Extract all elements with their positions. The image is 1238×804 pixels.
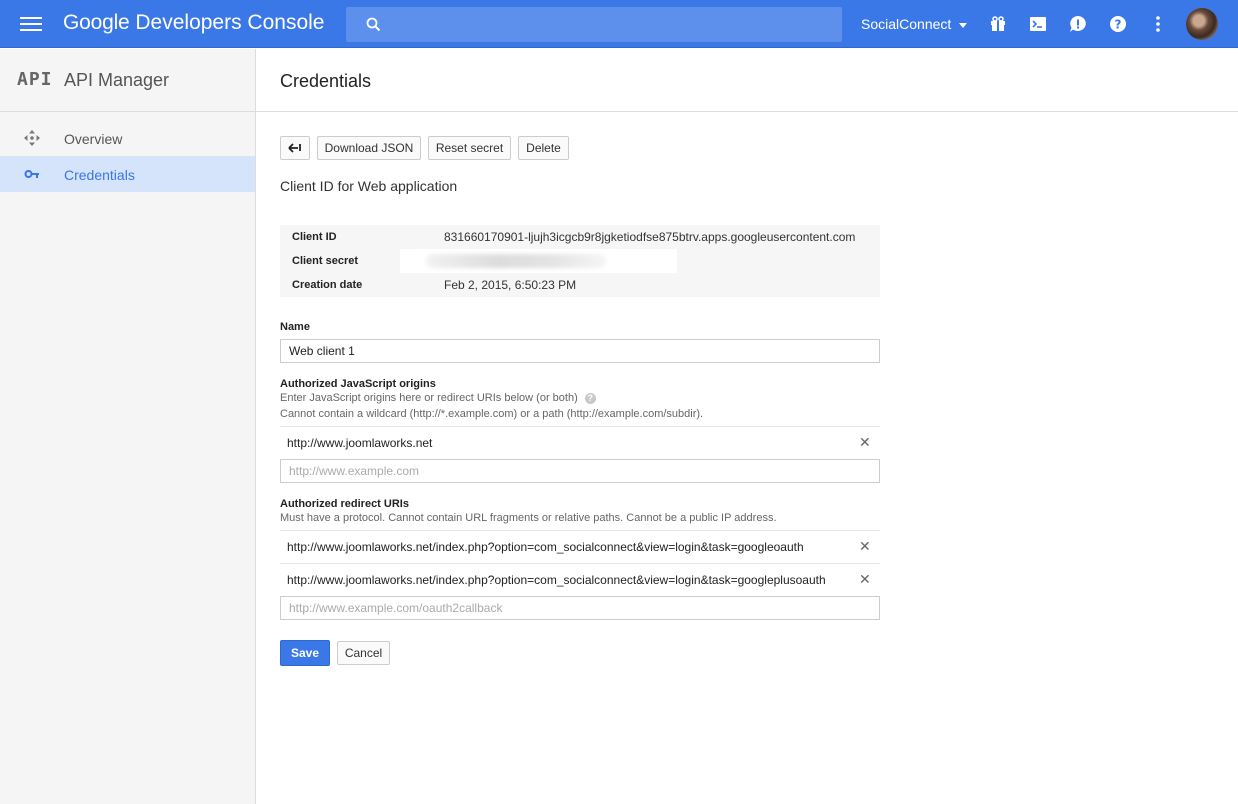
gift-icon[interactable] — [988, 14, 1008, 34]
creation-date-row: Creation date Feb 2, 2015, 6:50:23 PM — [280, 273, 880, 297]
top-app-bar: Google Developers Console SocialConnect … — [0, 0, 1238, 48]
js-origin-input[interactable] — [280, 459, 880, 483]
sidebar-item-overview[interactable]: Overview — [0, 120, 255, 156]
creation-date-label: Creation date — [292, 279, 363, 291]
client-secret-redacted — [400, 249, 677, 273]
js-origins-label: Authorized JavaScript origins — [280, 378, 436, 390]
sidebar-header: API API Manager — [0, 49, 255, 112]
redirect-uris-label: Authorized redirect URIs — [280, 498, 409, 510]
sidebar-title: API Manager — [64, 70, 170, 90]
app-logo[interactable]: Google Developers Console — [63, 11, 324, 35]
back-arrow-icon — [288, 143, 301, 153]
page-title: Credentials — [280, 71, 372, 91]
app-title: Developers Console — [135, 11, 325, 34]
remove-origin-close-icon[interactable]: ✕ — [859, 434, 871, 451]
client-subtitle: Client ID for Web application — [280, 178, 458, 194]
js-origins-hint-2: Cannot contain a wildcard (http://*.exam… — [280, 408, 704, 420]
sidebar-item-credentials[interactable]: Credentials — [0, 156, 255, 192]
redirect-uri-value: http://www.joomlaworks.net/index.php?opt… — [287, 540, 804, 554]
brand-name: Google — [63, 11, 130, 34]
remove-uri-close-icon[interactable]: ✕ — [859, 571, 871, 588]
hamburger-menu-icon[interactable] — [20, 14, 42, 34]
sidebar: API API Manager Overview Credentials — [0, 49, 256, 804]
more-vert-icon[interactable] — [1148, 14, 1168, 34]
cloud-shell-icon[interactable] — [1028, 14, 1048, 34]
creation-date-value: Feb 2, 2015, 6:50:23 PM — [444, 278, 577, 292]
redirect-uri-value: http://www.joomlaworks.net/index.php?opt… — [287, 573, 826, 587]
client-info-table: Client ID 831660170901-ljujh3icgcb9r8jgk… — [280, 225, 880, 297]
name-input[interactable] — [280, 339, 880, 363]
remove-uri-close-icon[interactable]: ✕ — [859, 538, 871, 555]
js-origins-hint: Enter JavaScript origins here or redirec… — [280, 392, 596, 404]
client-id-value[interactable]: 831660170901-ljujh3icgcb9r8jgketiodfse87… — [444, 230, 855, 244]
project-name: SocialConnect — [861, 16, 952, 32]
reset-secret-button[interactable]: Reset secret — [428, 136, 511, 160]
redirect-uri-input[interactable] — [280, 596, 880, 620]
chevron-down-icon — [959, 22, 968, 28]
save-button[interactable]: Save — [280, 640, 330, 666]
help-circle-icon[interactable]: ? — [584, 393, 596, 404]
sidebar-item-label: Credentials — [64, 167, 135, 183]
overview-icon — [24, 130, 40, 146]
back-button[interactable] — [280, 136, 310, 160]
cancel-button[interactable]: Cancel — [337, 641, 390, 665]
sidebar-item-label: Overview — [64, 131, 123, 147]
feedback-icon[interactable] — [1068, 14, 1088, 34]
svg-text:?: ? — [1115, 18, 1122, 32]
avatar[interactable] — [1186, 8, 1218, 40]
redirect-uri-row: http://www.joomlaworks.net/index.php?opt… — [280, 563, 880, 595]
delete-button[interactable]: Delete — [518, 136, 569, 160]
search-icon — [366, 17, 381, 32]
name-label: Name — [280, 321, 310, 333]
js-origin-value: http://www.joomlaworks.net — [287, 436, 433, 450]
client-id-label: Client ID — [292, 231, 337, 243]
help-icon[interactable]: ? — [1108, 14, 1128, 34]
key-icon — [24, 170, 39, 178]
project-selector[interactable]: SocialConnect — [861, 16, 968, 32]
search-box[interactable] — [346, 7, 842, 42]
redirect-uris-hint: Must have a protocol. Cannot contain URL… — [280, 512, 777, 524]
page-header: Credentials — [256, 49, 1238, 112]
client-secret-label: Client secret — [292, 255, 359, 267]
redirect-uri-row: http://www.joomlaworks.net/index.php?opt… — [280, 530, 880, 562]
client-id-row: Client ID 831660170901-ljujh3icgcb9r8jgk… — [280, 225, 880, 249]
js-origins-hint-text: Enter JavaScript origins here or redirec… — [280, 392, 578, 404]
api-badge: API — [17, 69, 53, 90]
download-json-button[interactable]: Download JSON — [317, 136, 421, 160]
js-origin-row: http://www.joomlaworks.net ✕ — [280, 426, 880, 458]
